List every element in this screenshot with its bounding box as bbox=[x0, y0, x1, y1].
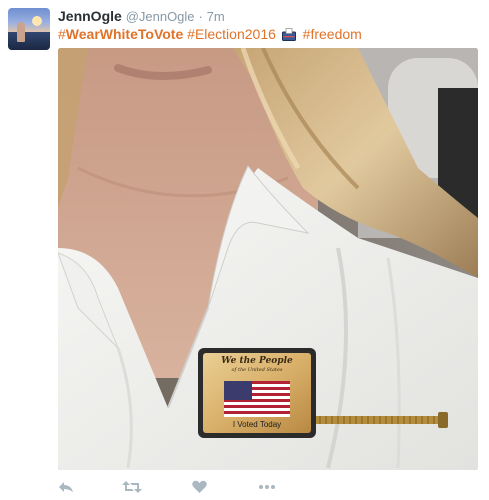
tweet-time[interactable]: 7m bbox=[207, 9, 225, 24]
separator-dot: · bbox=[198, 9, 203, 24]
more-dots-icon bbox=[258, 484, 276, 490]
avatar-sea bbox=[8, 32, 50, 50]
hashtag-election2016[interactable]: #Election2016 bbox=[187, 26, 276, 42]
sticker-subheader: of the United States bbox=[231, 367, 283, 373]
tweet-photo[interactable]: We the People of the United States I Vot… bbox=[58, 48, 478, 470]
tweet-header: JennOgle @JennOgle · 7m bbox=[58, 8, 225, 24]
hashtag-prefix: # bbox=[58, 26, 66, 42]
reply-button[interactable] bbox=[58, 476, 74, 498]
like-button[interactable] bbox=[192, 476, 207, 498]
more-button[interactable] bbox=[258, 476, 276, 498]
reply-icon bbox=[58, 480, 74, 494]
hashtag-wearwhitetovote[interactable]: #WearWhiteToVote bbox=[58, 26, 183, 42]
sticker-footer: I Voted Today bbox=[232, 420, 282, 429]
sticker-header: We the People bbox=[221, 356, 293, 366]
avatar-figure bbox=[17, 22, 25, 42]
author-name[interactable]: JennOgle bbox=[58, 8, 122, 24]
hashtag-freedom[interactable]: #freedom bbox=[303, 26, 362, 42]
hashtag-prefix: # bbox=[187, 26, 195, 42]
tweet-card: JennOgle @JennOgle · 7m #WearWhiteToVote… bbox=[0, 0, 489, 500]
tweet-actions bbox=[58, 476, 478, 498]
ballot-box-icon bbox=[281, 28, 296, 44]
hashtag-text: Election2016 bbox=[194, 26, 276, 42]
american-flag-icon bbox=[224, 381, 290, 417]
retweet-icon bbox=[122, 480, 142, 494]
hashtag-text: WearWhiteToVote bbox=[65, 26, 184, 42]
author-handle[interactable]: @JennOgle bbox=[126, 9, 195, 24]
photo-illustration bbox=[58, 48, 478, 470]
hashtag-text: freedom bbox=[310, 26, 362, 42]
avatar[interactable] bbox=[8, 8, 50, 50]
tweet-text: #WearWhiteToVote #Election2016 #freedom bbox=[58, 26, 362, 44]
avatar-sun bbox=[32, 16, 42, 26]
retweet-button[interactable] bbox=[122, 476, 142, 498]
heart-icon bbox=[192, 480, 207, 494]
